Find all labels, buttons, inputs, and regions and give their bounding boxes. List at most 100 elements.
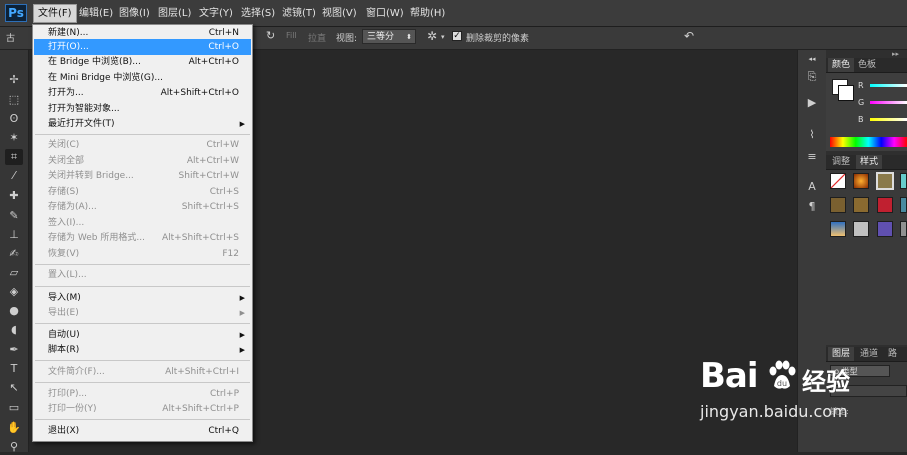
style-swatch[interactable]	[853, 221, 869, 237]
dodge-tool-icon[interactable]: ◖	[5, 322, 23, 338]
menu-item-check-in[interactable]: 签入(I)...	[34, 215, 251, 231]
menu-item-recent-files[interactable]: 最近打开文件(T) ▶	[34, 116, 251, 132]
eraser-tool-icon[interactable]: ▱	[5, 265, 23, 281]
menu-item-open[interactable]: 打开(O)... Ctrl+O	[34, 39, 251, 55]
watermark-logo-text: Bai	[700, 356, 759, 396]
chevron-down-icon[interactable]: ▾	[441, 33, 445, 41]
fill-label: Fill	[286, 31, 297, 40]
tab-adjustments[interactable]: 调整	[828, 155, 854, 169]
menu-item-exit[interactable]: 退出(X) Ctrl+Q	[34, 423, 251, 439]
gear-icon[interactable]: ✲	[427, 29, 437, 43]
move-tool-icon[interactable]: ✢	[5, 72, 23, 88]
menu-item-browse-mini-bridge[interactable]: 在 Mini Bridge 中浏览(G)...	[34, 70, 251, 86]
paint-bucket-tool-icon[interactable]: ◈	[5, 284, 23, 300]
style-swatch[interactable]	[900, 173, 907, 189]
tools-panel: ✢ ⬚ ʘ ✶ ⌗ ⁄ ✚ ✎ ⊥ ✍ ▱ ◈ ● ◖ ✒ T ↖ ▭ ✋ ⚲	[0, 50, 29, 455]
delete-cropped-checkbox[interactable]: ✓	[452, 31, 462, 41]
menu-view[interactable]: 视图(V)	[318, 5, 361, 22]
file-menu-dropdown: 新建(N)... Ctrl+N 打开(O)... Ctrl+O 在 Bridge 中…	[32, 24, 253, 442]
menu-item-save-as[interactable]: 存储为(A)... Shift+Ctrl+S	[34, 199, 251, 215]
style-swatch[interactable]	[877, 221, 893, 237]
menu-item-close-all[interactable]: 关闭全部 Alt+Ctrl+W	[34, 153, 251, 169]
channel-b-slider[interactable]	[870, 118, 907, 121]
menu-item-close-go-bridge[interactable]: 关闭并转到 Bridge... Shift+Ctrl+W	[34, 168, 251, 184]
menu-item-scripts[interactable]: 脚本(R) ▶	[34, 342, 251, 358]
menu-item-place[interactable]: 置入(L)...	[34, 267, 251, 283]
hand-tool-icon[interactable]: ✋	[5, 420, 23, 436]
submenu-arrow-icon: ▶	[239, 294, 245, 302]
color-spectrum-bar[interactable]	[830, 137, 907, 147]
lasso-tool-icon[interactable]: ʘ	[5, 111, 23, 127]
menu-item-print-one-copy[interactable]: 打印一份(Y) Alt+Shift+Ctrl+P	[34, 401, 251, 417]
collapse-panels-icon[interactable]: ▸▸	[892, 50, 899, 58]
brush-presets-icon[interactable]: ≡	[805, 150, 819, 164]
style-swatch[interactable]	[900, 197, 907, 213]
menu-item-revert[interactable]: 恢复(V) F12	[34, 246, 251, 262]
menu-filter[interactable]: 滤镜(T)	[278, 5, 320, 22]
history-panel-icon[interactable]: ⎘	[805, 70, 819, 84]
type-tool-icon[interactable]: T	[5, 361, 23, 377]
menu-help[interactable]: 帮助(H)	[406, 5, 449, 22]
background-color-swatch[interactable]	[838, 85, 854, 101]
menu-window[interactable]: 窗口(W)	[362, 5, 408, 22]
submenu-arrow-icon: ▶	[239, 120, 245, 128]
menu-item-open-smart-object[interactable]: 打开为智能对象...	[34, 101, 251, 117]
menu-item-save[interactable]: 存储(S) Ctrl+S	[34, 184, 251, 200]
tab-swatches[interactable]: 色板	[854, 58, 880, 72]
crop-tool-icon[interactable]: ⌗	[5, 149, 23, 165]
eyedropper-tool-icon[interactable]: ⁄	[5, 168, 23, 184]
marquee-tool-icon[interactable]: ⬚	[5, 92, 23, 108]
style-swatch[interactable]	[830, 197, 846, 213]
tab-color[interactable]: 颜色	[828, 58, 855, 72]
menu-edit[interactable]: 编辑(E)	[75, 5, 117, 22]
straighten-button[interactable]: 拉直	[308, 31, 326, 44]
rectangle-tool-icon[interactable]: ▭	[5, 400, 23, 416]
menu-item-close[interactable]: 关闭(C) Ctrl+W	[34, 137, 251, 153]
history-brush-tool-icon[interactable]: ✍	[5, 246, 23, 262]
menu-item-automate[interactable]: 自动(U) ▶	[34, 327, 251, 343]
collapse-icon[interactable]: ◂◂	[805, 52, 819, 66]
menu-item-export[interactable]: 导出(E) ▶	[34, 305, 251, 321]
style-none-swatch[interactable]	[830, 173, 846, 189]
crop-tool-preset-icon[interactable]: 古	[6, 31, 15, 44]
path-selection-tool-icon[interactable]: ↖	[5, 380, 23, 396]
style-swatch[interactable]	[900, 221, 907, 237]
styles-panel-tabs: 调整 样式	[826, 155, 907, 170]
color-panel: R G B	[826, 73, 907, 151]
menu-item-open-as[interactable]: 打开为... Alt+Shift+Ctrl+O	[34, 85, 251, 101]
style-swatch-selected[interactable]	[876, 172, 894, 190]
menu-item-file-info[interactable]: 文件简介(F)... Alt+Shift+Ctrl+I	[34, 364, 251, 380]
brush-tool-icon[interactable]: ✎	[5, 208, 23, 224]
channel-b-label: B	[858, 115, 864, 124]
menu-image[interactable]: 图像(I)	[115, 5, 154, 22]
rotate-icon[interactable]: ↻	[266, 29, 275, 42]
tab-styles[interactable]: 样式	[856, 155, 883, 169]
menu-item-import[interactable]: 导入(M) ▶	[34, 290, 251, 306]
view-select[interactable]: 三等分 ⬍	[362, 29, 416, 44]
style-swatch[interactable]	[853, 173, 869, 189]
zoom-tool-icon[interactable]: ⚲	[5, 439, 23, 455]
style-swatch[interactable]	[853, 197, 869, 213]
menu-item-browse-bridge[interactable]: 在 Bridge 中浏览(B)... Alt+Ctrl+O	[34, 54, 251, 70]
brush-panel-icon[interactable]: ⌇	[805, 128, 819, 142]
menu-type[interactable]: 文字(Y)	[195, 5, 237, 22]
actions-panel-icon[interactable]: ▶	[805, 96, 819, 110]
channel-r-slider[interactable]	[870, 84, 907, 87]
healing-brush-tool-icon[interactable]: ✚	[5, 188, 23, 204]
pen-tool-icon[interactable]: ✒	[5, 342, 23, 358]
blur-tool-icon[interactable]: ●	[5, 303, 23, 319]
clone-stamp-tool-icon[interactable]: ⊥	[5, 227, 23, 243]
magic-wand-tool-icon[interactable]: ✶	[5, 130, 23, 146]
channel-g-slider[interactable]	[870, 101, 907, 104]
menu-select[interactable]: 选择(S)	[237, 5, 279, 22]
style-swatch[interactable]	[877, 197, 893, 213]
menu-item-print[interactable]: 打印(P)... Ctrl+P	[34, 386, 251, 402]
menu-item-save-for-web[interactable]: 存储为 Web 所用格式... Alt+Shift+Ctrl+S	[34, 230, 251, 246]
reset-icon[interactable]: ↶	[684, 29, 694, 43]
style-swatch[interactable]	[830, 221, 846, 237]
menu-layer[interactable]: 图层(L)	[154, 5, 195, 22]
paragraph-panel-icon[interactable]: ¶	[805, 200, 819, 214]
menu-separator	[35, 360, 250, 361]
menu-file[interactable]: 文件(F)	[33, 4, 77, 23]
character-panel-icon[interactable]: A	[805, 180, 819, 194]
